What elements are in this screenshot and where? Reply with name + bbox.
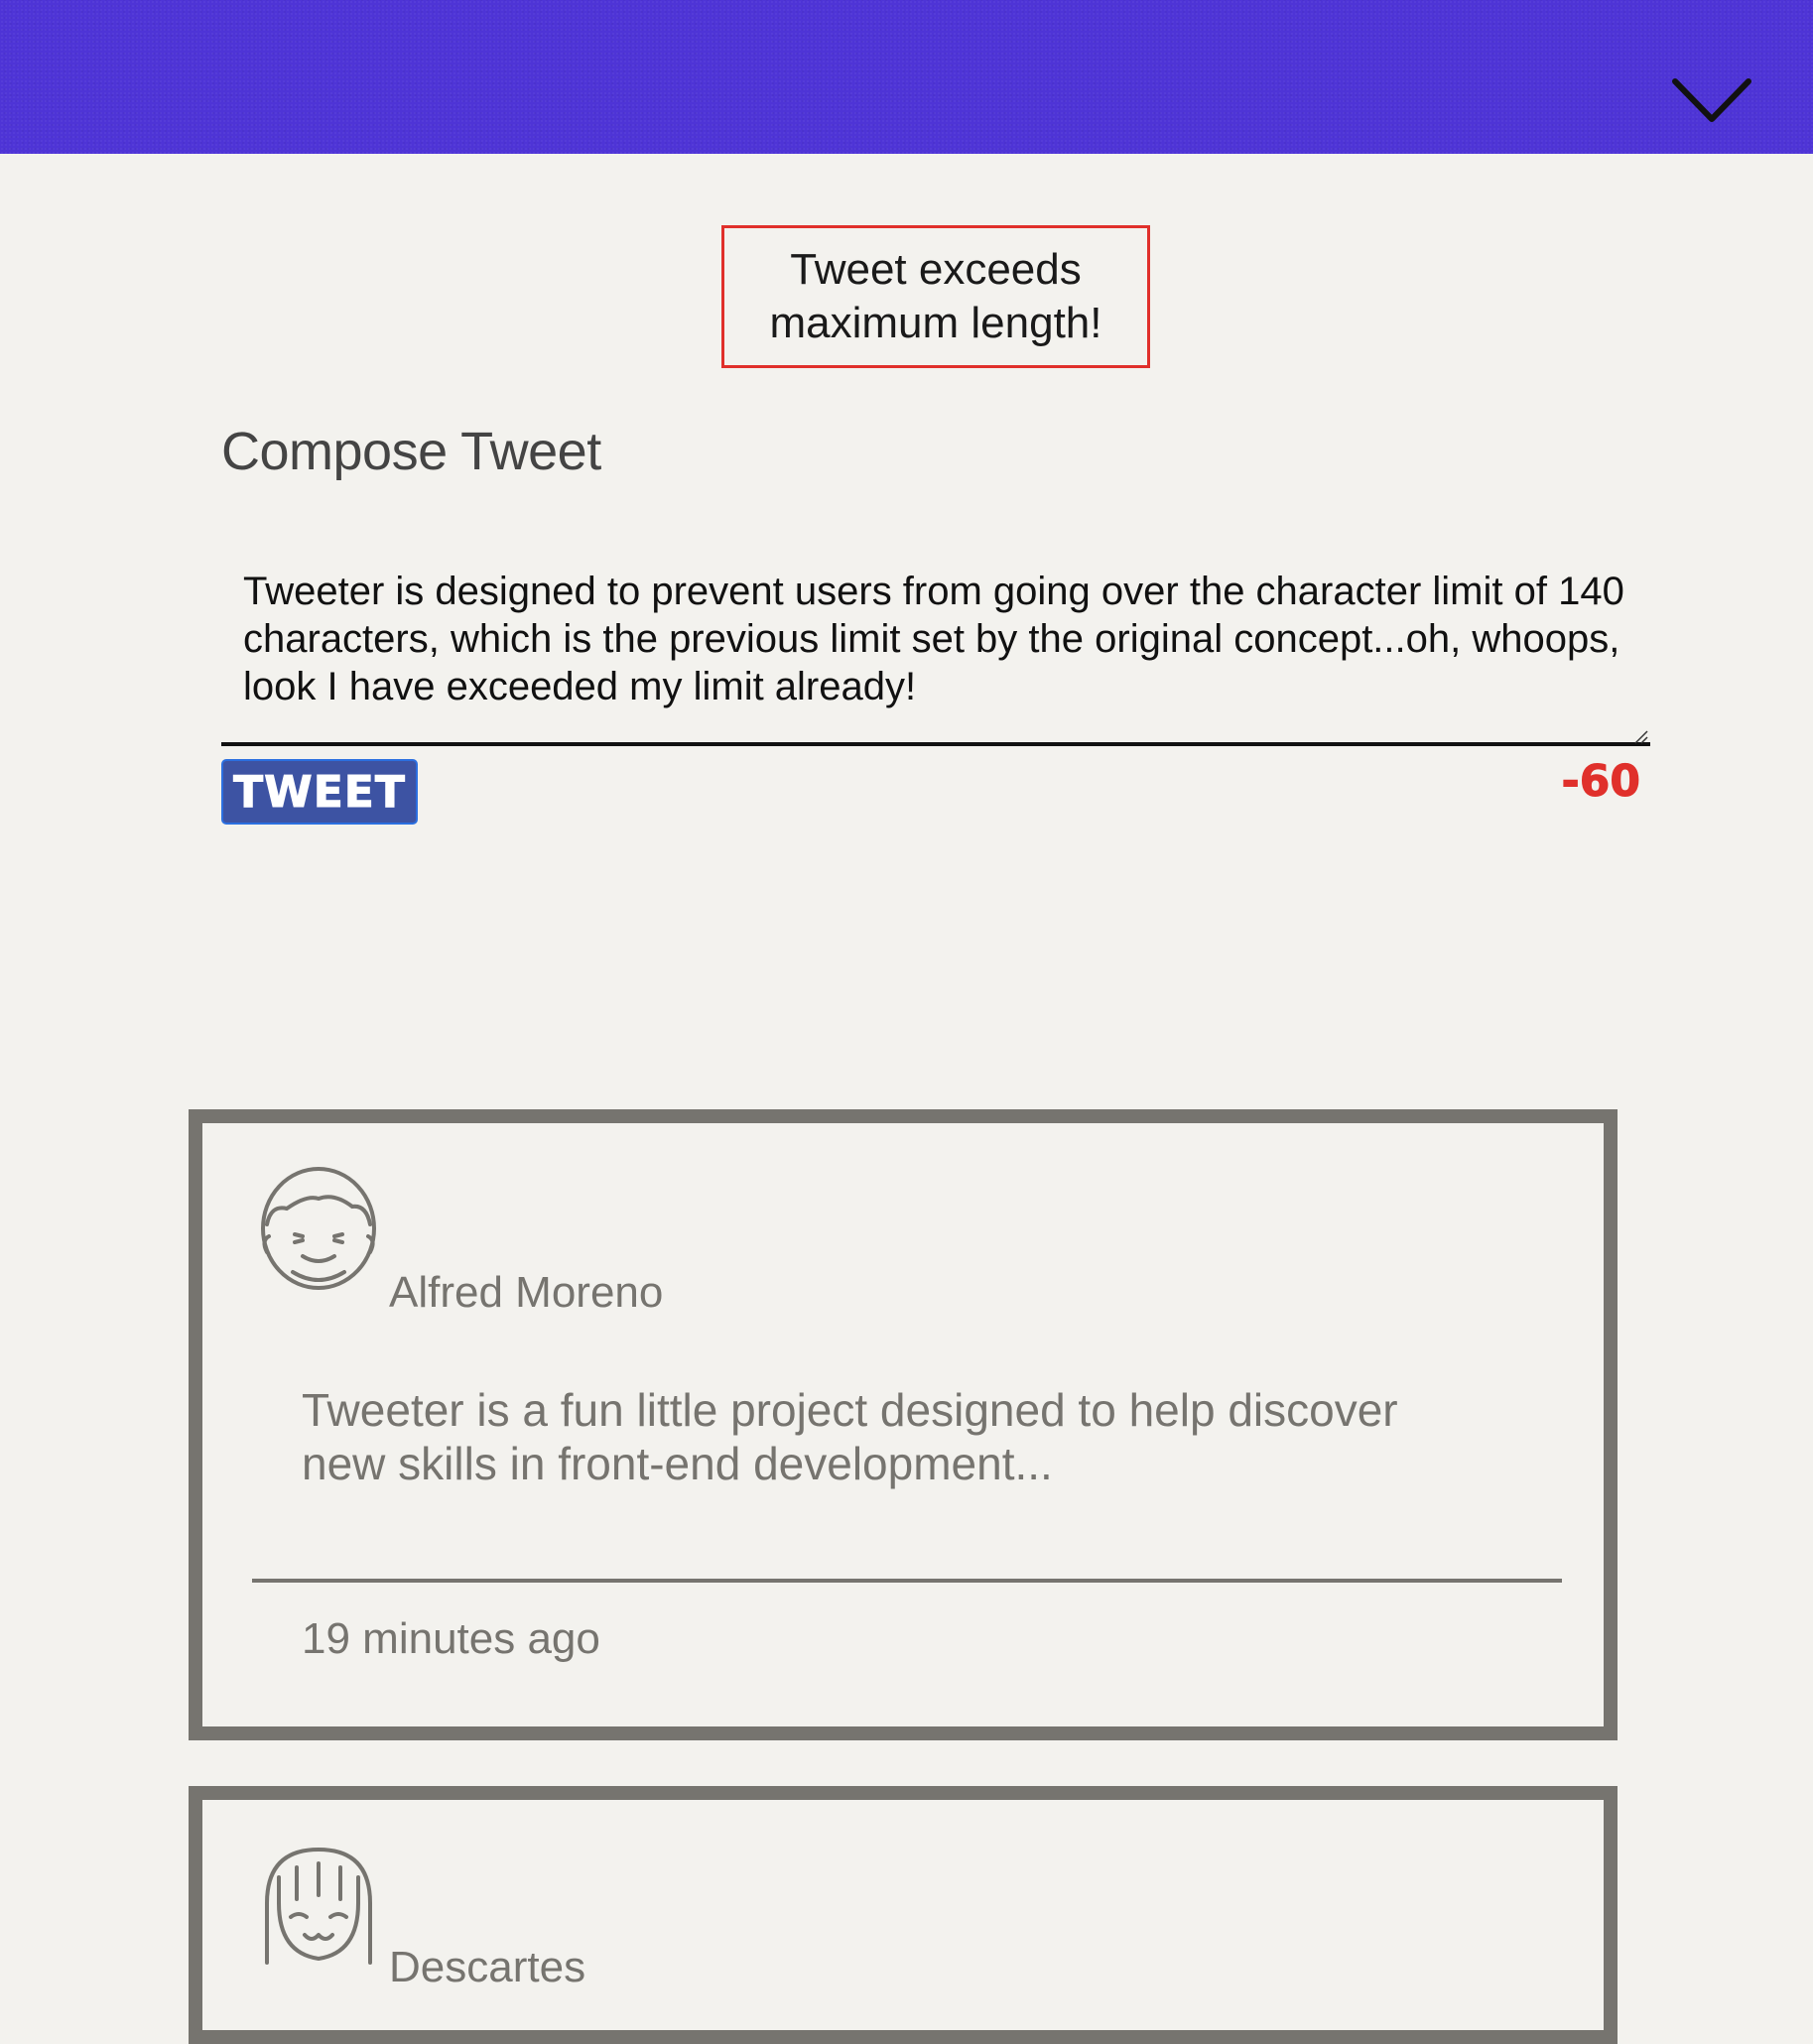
- chevron-down-icon[interactable]: [1671, 77, 1752, 127]
- error-message: Tweet exceeds maximum length!: [721, 225, 1150, 368]
- author-name: Descartes: [389, 1943, 586, 1991]
- top-nav-bar: [0, 0, 1813, 154]
- tweet-timestamp: 19 minutes ago: [302, 1614, 600, 1663]
- author-name: Alfred Moreno: [389, 1268, 664, 1317]
- character-counter: -60: [1561, 756, 1640, 808]
- male-avatar-icon: [261, 1167, 376, 1290]
- tweet-button[interactable]: TWEET: [221, 759, 418, 825]
- tweet-card: Alfred Moreno Tweeter is a fun little pr…: [189, 1109, 1618, 1740]
- compose-title: Compose Tweet: [221, 422, 601, 481]
- card-divider: [252, 1579, 1562, 1583]
- error-message-text: Tweet exceeds maximum length!: [769, 245, 1102, 347]
- resize-grip-icon[interactable]: [1632, 728, 1648, 744]
- tweet-textarea[interactable]: Tweeter is designed to prevent users fro…: [221, 556, 1650, 746]
- tweet-text: Tweeter is a fun little project designed…: [302, 1384, 1398, 1489]
- tweet-card: Descartes: [189, 1786, 1618, 2044]
- female-avatar-icon: [265, 1848, 372, 1965]
